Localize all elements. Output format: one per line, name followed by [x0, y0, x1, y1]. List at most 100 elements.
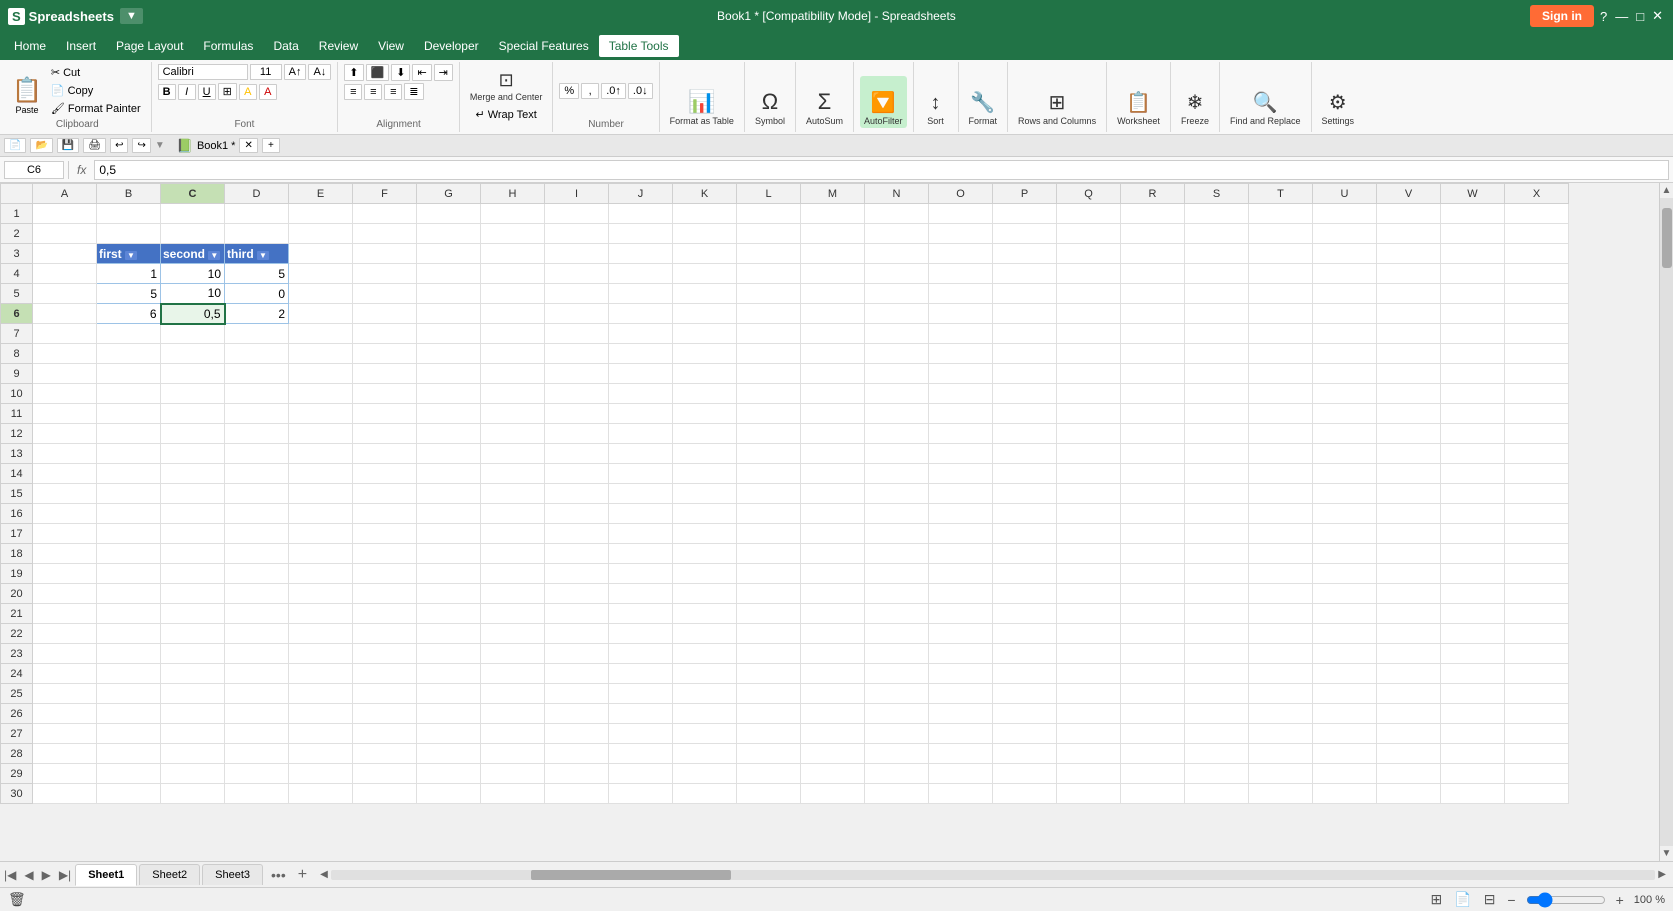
underline-button[interactable]: U [198, 84, 216, 100]
cell-S28[interactable] [1185, 744, 1249, 764]
cell-W7[interactable] [1441, 324, 1505, 344]
cell-C18[interactable] [161, 544, 225, 564]
sheet-scroll[interactable]: A B C D E F G H I J K L M N O [0, 183, 1659, 861]
cell-C16[interactable] [161, 504, 225, 524]
cell-E19[interactable] [289, 564, 353, 584]
cell-V20[interactable] [1377, 584, 1441, 604]
cell-V16[interactable] [1377, 504, 1441, 524]
cell-R28[interactable] [1121, 744, 1185, 764]
cell-A11[interactable] [33, 404, 97, 424]
cell-M23[interactable] [801, 644, 865, 664]
cell-X4[interactable] [1505, 264, 1569, 284]
cell-P17[interactable] [993, 524, 1057, 544]
col-header-L[interactable]: L [737, 184, 801, 204]
format-painter-button[interactable]: 🖌 Format Painter [47, 100, 145, 117]
cell-H23[interactable] [481, 644, 545, 664]
cell-A6[interactable] [33, 304, 97, 324]
menu-data[interactable]: Data [263, 35, 308, 57]
cell-H11[interactable] [481, 404, 545, 424]
cell-O8[interactable] [929, 344, 993, 364]
col-header-A[interactable]: A [33, 184, 97, 204]
comma-button[interactable]: , [581, 83, 599, 99]
cell-G1[interactable] [417, 204, 481, 224]
cell-A19[interactable] [33, 564, 97, 584]
cell-Q16[interactable] [1057, 504, 1121, 524]
cell-A18[interactable] [33, 544, 97, 564]
cell-C17[interactable] [161, 524, 225, 544]
cell-N30[interactable] [865, 784, 929, 804]
cell-D9[interactable] [225, 364, 289, 384]
cell-C21[interactable] [161, 604, 225, 624]
cell-U13[interactable] [1313, 444, 1377, 464]
cell-V24[interactable] [1377, 664, 1441, 684]
cell-J11[interactable] [609, 404, 673, 424]
cell-K16[interactable] [673, 504, 737, 524]
cell-K13[interactable] [673, 444, 737, 464]
cell-K25[interactable] [673, 684, 737, 704]
cell-F29[interactable] [353, 764, 417, 784]
cell-P6[interactable] [993, 304, 1057, 324]
cell-A8[interactable] [33, 344, 97, 364]
cell-A1[interactable] [33, 204, 97, 224]
cell-T15[interactable] [1249, 484, 1313, 504]
cell-G8[interactable] [417, 344, 481, 364]
cell-Q21[interactable] [1057, 604, 1121, 624]
rows-columns-button[interactable]: ⊞ Rows and Columns [1014, 76, 1100, 128]
cell-Q19[interactable] [1057, 564, 1121, 584]
cell-C28[interactable] [161, 744, 225, 764]
cell-O3[interactable] [929, 244, 993, 264]
cell-B15[interactable] [97, 484, 161, 504]
cell-V21[interactable] [1377, 604, 1441, 624]
row-header-13[interactable]: 13 [1, 444, 33, 464]
cell-S22[interactable] [1185, 624, 1249, 644]
cell-E25[interactable] [289, 684, 353, 704]
cell-R12[interactable] [1121, 424, 1185, 444]
cell-I7[interactable] [545, 324, 609, 344]
cell-E30[interactable] [289, 784, 353, 804]
align-top-button[interactable]: ⬆ [344, 64, 363, 81]
cell-X8[interactable] [1505, 344, 1569, 364]
cell-K4[interactable] [673, 264, 737, 284]
increase-font-button[interactable]: A↑ [284, 64, 307, 80]
cell-R29[interactable] [1121, 764, 1185, 784]
cell-V3[interactable] [1377, 244, 1441, 264]
cell-W21[interactable] [1441, 604, 1505, 624]
cell-P22[interactable] [993, 624, 1057, 644]
cell-S29[interactable] [1185, 764, 1249, 784]
cell-E2[interactable] [289, 224, 353, 244]
cell-N24[interactable] [865, 664, 929, 684]
cell-M2[interactable] [801, 224, 865, 244]
col-header-N[interactable]: N [865, 184, 929, 204]
cell-I29[interactable] [545, 764, 609, 784]
sign-in-button[interactable]: Sign in [1530, 5, 1594, 27]
cell-V7[interactable] [1377, 324, 1441, 344]
cell-T20[interactable] [1249, 584, 1313, 604]
row-header-1[interactable]: 1 [1, 204, 33, 224]
cell-U8[interactable] [1313, 344, 1377, 364]
cell-V23[interactable] [1377, 644, 1441, 664]
cell-D6[interactable]: 2 [225, 304, 289, 324]
align-middle-button[interactable]: ⬛ [366, 64, 390, 81]
cell-reference-box[interactable] [4, 161, 64, 179]
cell-E29[interactable] [289, 764, 353, 784]
cell-J20[interactable] [609, 584, 673, 604]
cell-M8[interactable] [801, 344, 865, 364]
sheet-tab-sheet3[interactable]: Sheet3 [202, 864, 263, 885]
cell-E14[interactable] [289, 464, 353, 484]
row-header-27[interactable]: 27 [1, 724, 33, 744]
cell-S9[interactable] [1185, 364, 1249, 384]
cell-S12[interactable] [1185, 424, 1249, 444]
col-header-C[interactable]: C [161, 184, 225, 204]
row-header-14[interactable]: 14 [1, 464, 33, 484]
cell-I17[interactable] [545, 524, 609, 544]
cell-R5[interactable] [1121, 284, 1185, 304]
print-button[interactable]: 🖨 [83, 138, 106, 153]
cell-O6[interactable] [929, 304, 993, 324]
cell-W30[interactable] [1441, 784, 1505, 804]
cell-U24[interactable] [1313, 664, 1377, 684]
cell-Q7[interactable] [1057, 324, 1121, 344]
indent-right-button[interactable]: ⇥ [434, 64, 453, 81]
cell-W4[interactable] [1441, 264, 1505, 284]
cell-J29[interactable] [609, 764, 673, 784]
cell-B29[interactable] [97, 764, 161, 784]
